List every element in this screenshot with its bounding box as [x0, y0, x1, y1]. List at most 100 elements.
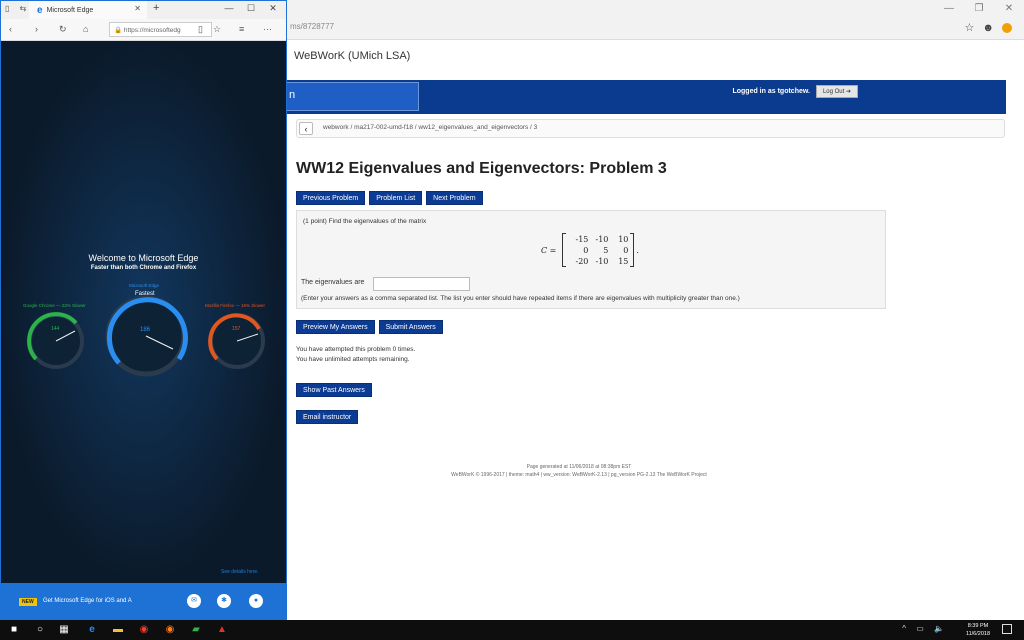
favorite-star-icon[interactable]: ☆: [213, 24, 221, 35]
bg-toolbar-icons: ☆ ☻: [965, 21, 1012, 34]
problem-list-button[interactable]: Problem List: [369, 191, 423, 205]
edge-maximize-icon[interactable]: ☐: [240, 3, 262, 14]
bg-window-controls: — ❐ ✕: [934, 0, 1024, 18]
attempts-info: You have attempted this problem 0 times.…: [296, 345, 415, 365]
system-tray-icons[interactable]: ^ ▭ 🔈: [902, 624, 948, 633]
mail-icon[interactable]: ✉: [187, 594, 201, 608]
matrix-grid: -15 -10 10 0 5 0 -20 -10 15: [566, 235, 630, 266]
logout-label: Log Out: [822, 89, 845, 95]
firefox-icon[interactable]: ◉: [164, 624, 176, 636]
answer-actions: Preview My Answers Submit Answers: [296, 320, 443, 334]
logout-arrow-icon: ➔: [845, 89, 851, 95]
previous-problem-button[interactable]: Previous Problem: [296, 191, 366, 205]
edge-navbar: ‹ › ↻ ⌂ 🔒 https://microsoftedg ▯ ☆ ≡ ···: [1, 19, 286, 41]
see-details-link[interactable]: See details here.: [221, 569, 259, 575]
task-view-icon[interactable]: ▦: [58, 624, 70, 636]
banner-logo-box: n: [286, 82, 419, 111]
forward-arrow-icon[interactable]: ›: [35, 24, 38, 34]
chrome-icon[interactable]: ◉: [138, 624, 150, 636]
reading-view-icon[interactable]: ▯: [198, 24, 203, 35]
edge-welcome-page: Welcome to Microsoft Edge Faster than bo…: [1, 41, 286, 581]
matrix-cell: -10: [595, 256, 609, 266]
matrix-period: .: [636, 245, 639, 255]
windows-start-icon[interactable]: ■: [8, 624, 20, 636]
back-arrow-icon[interactable]: ‹: [9, 24, 12, 34]
chrome-label: Google Chrome — 23% Slower: [23, 303, 86, 308]
edge-taskbar-icon[interactable]: e: [86, 624, 98, 636]
problem-intro: (1 point) Find the eigenvalues of the ma…: [303, 218, 427, 225]
matrix-cell: 10: [618, 234, 629, 244]
edge-fastest-label: Fastest: [135, 291, 155, 297]
attempts-remaining: You have unlimited attempts remaining.: [296, 356, 410, 363]
footer-credits[interactable]: WeBWorK © 1996-2017 | theme: math4 | ww_…: [296, 471, 862, 479]
email-instructor-button[interactable]: Email instructor: [296, 410, 359, 424]
preview-answers-button[interactable]: Preview My Answers: [296, 320, 375, 334]
matrix-cell: 0: [583, 245, 589, 255]
chrome-gauge: [27, 312, 84, 369]
eigenvalues-label: The eigenvalues are: [301, 279, 365, 286]
edge-window: ▯ ⇆ e Microsoft Edge ✕ + — ☐ ✕ ‹ › ↻ ⌂ 🔒…: [0, 0, 287, 620]
firefox-gauge: [208, 313, 265, 369]
hub-icon[interactable]: ≡: [239, 24, 244, 34]
edge-close-icon[interactable]: ✕: [262, 3, 284, 14]
edge-promo-bar: NEW Get Microsoft Edge for iOS and A ✉ ✱…: [1, 583, 286, 620]
page-header: WeBWorK (UMich LSA): [294, 50, 411, 62]
close-icon[interactable]: ✕: [994, 0, 1024, 18]
eigenvalues-hint: (Enter your answers as a comma separated…: [301, 295, 740, 302]
notifications-icon[interactable]: [1002, 624, 1012, 634]
matrix-cell: 15: [618, 256, 629, 266]
refresh-icon[interactable]: ↻: [59, 24, 67, 35]
matrix-label: C =: [541, 245, 557, 255]
edge-tab[interactable]: e Microsoft Edge ✕: [29, 1, 147, 19]
chevron-left-icon: ‹: [304, 124, 308, 134]
edge-logo-icon: e: [37, 4, 43, 16]
chrome-gauge-value: 144: [51, 326, 60, 332]
home-icon[interactable]: ⌂: [83, 24, 88, 34]
account-icon[interactable]: ☻: [982, 22, 994, 34]
more-icon[interactable]: ···: [263, 24, 272, 34]
app-icon[interactable]: ▰: [190, 624, 202, 636]
clock-date: 11/6/2018: [965, 631, 990, 637]
footer-generated: Page generated at 11/06/2018 at 08:38pm …: [526, 464, 632, 470]
breadcrumb[interactable]: webwork / ma217-002-umd-f18 / ww12_eigen…: [323, 124, 537, 131]
submit-answers-button[interactable]: Submit Answers: [378, 320, 443, 334]
problem-nav: Previous Problem Problem List Next Probl…: [296, 191, 483, 205]
new-tab-icon[interactable]: +: [153, 2, 159, 14]
firefox-gauge-value: 157: [232, 326, 241, 332]
breadcrumb-bar: ‹ webwork / ma217-002-umd-f18 / ww12_eig…: [296, 119, 1005, 138]
bg-url-text[interactable]: ms/8728777: [290, 22, 334, 31]
file-explorer-icon[interactable]: ▬: [112, 624, 124, 636]
new-badge: NEW: [19, 598, 37, 606]
acrobat-icon[interactable]: ▲: [216, 624, 228, 636]
alert-icon[interactable]: [1002, 22, 1012, 33]
edge-tab-title: Microsoft Edge: [46, 6, 94, 14]
welcome-tagline: Faster than both Chrome and Firefox: [90, 265, 197, 271]
logged-in-text: Logged in as tgotchew.: [732, 88, 810, 95]
edge-gauge-value: 186: [140, 327, 151, 333]
next-problem-button[interactable]: Next Problem: [426, 191, 483, 205]
maximize-icon[interactable]: ❐: [964, 0, 994, 18]
settings-icon[interactable]: ✱: [217, 594, 231, 608]
webwork-banner: n Logged in as tgotchew. Log Out ➔: [286, 80, 1006, 114]
matrix-cell: -20: [575, 256, 589, 266]
taskbar-clock[interactable]: 8:39 PM 11/6/2018: [966, 622, 990, 638]
get-edge-mobile-text[interactable]: Get Microsoft Edge for iOS and A: [43, 598, 132, 604]
search-icon[interactable]: ○: [34, 624, 46, 636]
minimize-icon[interactable]: —: [934, 0, 964, 18]
back-button[interactable]: ‹: [299, 122, 313, 135]
attempts-count: You have attempted this problem 0 times.: [296, 346, 416, 353]
lightbulb-icon[interactable]: ●: [249, 594, 263, 608]
edge-window-controls: — ☐ ✕: [218, 3, 284, 14]
desktop: — ❐ ✕ ms/8728777 ☆ ☻ WeBWorK (UMich LSA)…: [0, 0, 1024, 640]
logout-button[interactable]: Log Out ➔: [815, 85, 858, 98]
edge-url-bar[interactable]: 🔒 https://microsoftedg: [109, 22, 212, 37]
edge-label-top: Microsoft Edge: [129, 283, 160, 288]
welcome-title: Welcome to Microsoft Edge: [88, 253, 199, 263]
eigenvalues-input[interactable]: [373, 277, 470, 291]
star-icon[interactable]: ☆: [965, 21, 975, 34]
tab-close-icon[interactable]: ✕: [134, 4, 141, 13]
matrix: C = -15 -10 10 0 5 0 -20 -10 15 .: [541, 233, 639, 267]
tab-actions-icon[interactable]: ▯ ⇆: [5, 4, 30, 13]
edge-minimize-icon[interactable]: —: [218, 3, 240, 14]
show-past-answers-button[interactable]: Show Past Answers: [296, 383, 372, 397]
